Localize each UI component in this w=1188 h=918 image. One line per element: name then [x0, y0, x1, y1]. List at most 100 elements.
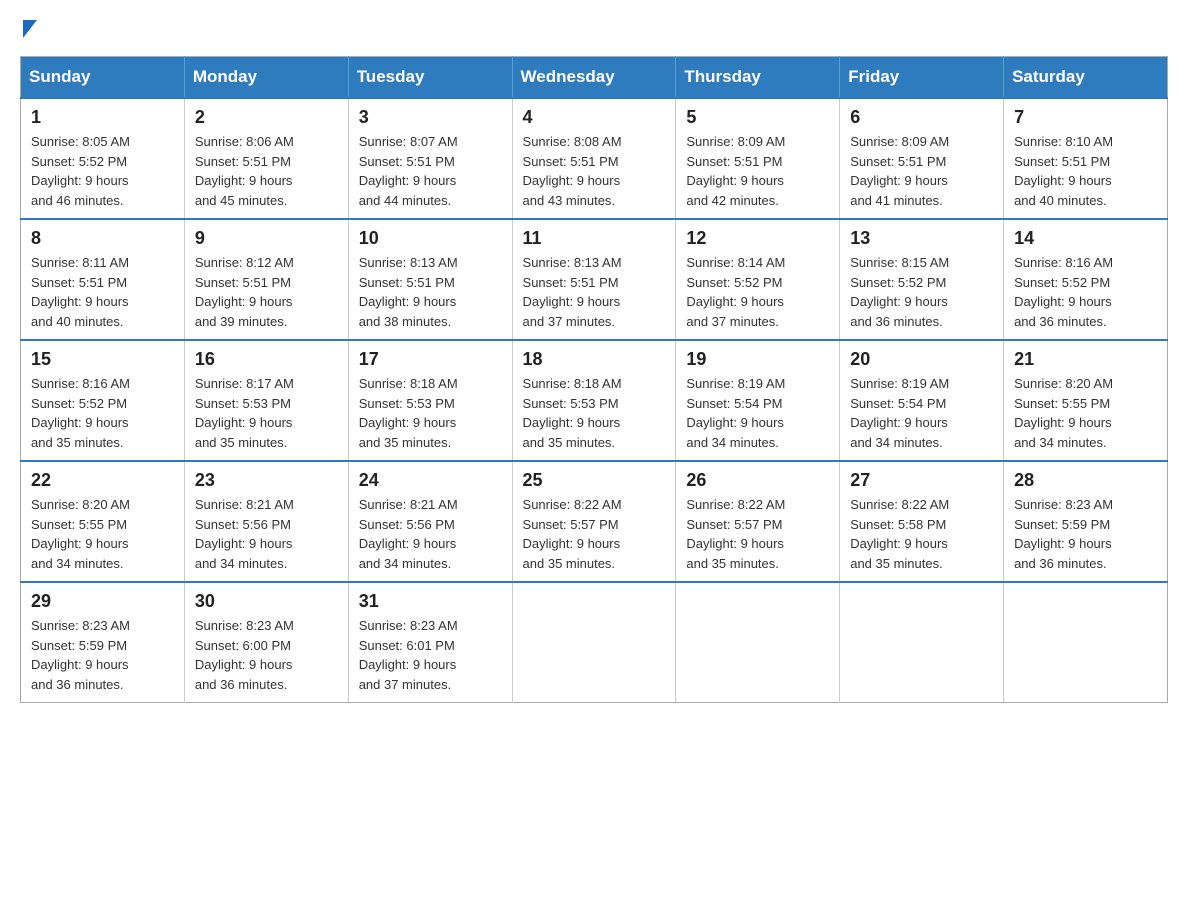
col-saturday: Saturday	[1004, 57, 1168, 99]
calendar-table: Sunday Monday Tuesday Wednesday Thursday…	[20, 56, 1168, 703]
calendar-cell: 28 Sunrise: 8:23 AMSunset: 5:59 PMDaylig…	[1004, 461, 1168, 582]
col-wednesday: Wednesday	[512, 57, 676, 99]
day-info: Sunrise: 8:13 AMSunset: 5:51 PMDaylight:…	[359, 253, 502, 331]
day-number: 8	[31, 228, 174, 249]
col-tuesday: Tuesday	[348, 57, 512, 99]
calendar-cell: 3 Sunrise: 8:07 AMSunset: 5:51 PMDayligh…	[348, 98, 512, 219]
calendar-cell: 7 Sunrise: 8:10 AMSunset: 5:51 PMDayligh…	[1004, 98, 1168, 219]
calendar-cell: 27 Sunrise: 8:22 AMSunset: 5:58 PMDaylig…	[840, 461, 1004, 582]
calendar-week-4: 22 Sunrise: 8:20 AMSunset: 5:55 PMDaylig…	[21, 461, 1168, 582]
calendar-body: 1 Sunrise: 8:05 AMSunset: 5:52 PMDayligh…	[21, 98, 1168, 703]
calendar-week-5: 29 Sunrise: 8:23 AMSunset: 5:59 PMDaylig…	[21, 582, 1168, 703]
calendar-cell: 20 Sunrise: 8:19 AMSunset: 5:54 PMDaylig…	[840, 340, 1004, 461]
day-info: Sunrise: 8:16 AMSunset: 5:52 PMDaylight:…	[1014, 253, 1157, 331]
day-info: Sunrise: 8:07 AMSunset: 5:51 PMDaylight:…	[359, 132, 502, 210]
day-number: 17	[359, 349, 502, 370]
day-number: 23	[195, 470, 338, 491]
day-number: 5	[686, 107, 829, 128]
day-info: Sunrise: 8:16 AMSunset: 5:52 PMDaylight:…	[31, 374, 174, 452]
day-info: Sunrise: 8:19 AMSunset: 5:54 PMDaylight:…	[850, 374, 993, 452]
calendar-cell: 6 Sunrise: 8:09 AMSunset: 5:51 PMDayligh…	[840, 98, 1004, 219]
day-info: Sunrise: 8:23 AMSunset: 5:59 PMDaylight:…	[1014, 495, 1157, 573]
day-info: Sunrise: 8:09 AMSunset: 5:51 PMDaylight:…	[850, 132, 993, 210]
day-info: Sunrise: 8:11 AMSunset: 5:51 PMDaylight:…	[31, 253, 174, 331]
col-friday: Friday	[840, 57, 1004, 99]
col-monday: Monday	[184, 57, 348, 99]
calendar-cell: 13 Sunrise: 8:15 AMSunset: 5:52 PMDaylig…	[840, 219, 1004, 340]
day-info: Sunrise: 8:14 AMSunset: 5:52 PMDaylight:…	[686, 253, 829, 331]
day-number: 11	[523, 228, 666, 249]
calendar-cell: 15 Sunrise: 8:16 AMSunset: 5:52 PMDaylig…	[21, 340, 185, 461]
day-number: 9	[195, 228, 338, 249]
day-info: Sunrise: 8:17 AMSunset: 5:53 PMDaylight:…	[195, 374, 338, 452]
calendar-cell: 23 Sunrise: 8:21 AMSunset: 5:56 PMDaylig…	[184, 461, 348, 582]
day-info: Sunrise: 8:22 AMSunset: 5:57 PMDaylight:…	[523, 495, 666, 573]
calendar-week-3: 15 Sunrise: 8:16 AMSunset: 5:52 PMDaylig…	[21, 340, 1168, 461]
calendar-cell: 14 Sunrise: 8:16 AMSunset: 5:52 PMDaylig…	[1004, 219, 1168, 340]
day-info: Sunrise: 8:08 AMSunset: 5:51 PMDaylight:…	[523, 132, 666, 210]
calendar-cell: 30 Sunrise: 8:23 AMSunset: 6:00 PMDaylig…	[184, 582, 348, 703]
calendar-cell: 4 Sunrise: 8:08 AMSunset: 5:51 PMDayligh…	[512, 98, 676, 219]
day-number: 22	[31, 470, 174, 491]
calendar-cell	[840, 582, 1004, 703]
day-info: Sunrise: 8:18 AMSunset: 5:53 PMDaylight:…	[359, 374, 502, 452]
day-number: 16	[195, 349, 338, 370]
day-number: 10	[359, 228, 502, 249]
calendar-cell: 8 Sunrise: 8:11 AMSunset: 5:51 PMDayligh…	[21, 219, 185, 340]
day-info: Sunrise: 8:10 AMSunset: 5:51 PMDaylight:…	[1014, 132, 1157, 210]
day-info: Sunrise: 8:18 AMSunset: 5:53 PMDaylight:…	[523, 374, 666, 452]
day-info: Sunrise: 8:22 AMSunset: 5:58 PMDaylight:…	[850, 495, 993, 573]
logo-general-text	[20, 20, 37, 36]
calendar-week-2: 8 Sunrise: 8:11 AMSunset: 5:51 PMDayligh…	[21, 219, 1168, 340]
day-info: Sunrise: 8:05 AMSunset: 5:52 PMDaylight:…	[31, 132, 174, 210]
day-number: 3	[359, 107, 502, 128]
day-number: 13	[850, 228, 993, 249]
calendar-cell: 19 Sunrise: 8:19 AMSunset: 5:54 PMDaylig…	[676, 340, 840, 461]
calendar-cell: 18 Sunrise: 8:18 AMSunset: 5:53 PMDaylig…	[512, 340, 676, 461]
calendar-cell: 10 Sunrise: 8:13 AMSunset: 5:51 PMDaylig…	[348, 219, 512, 340]
day-info: Sunrise: 8:06 AMSunset: 5:51 PMDaylight:…	[195, 132, 338, 210]
day-number: 4	[523, 107, 666, 128]
day-number: 26	[686, 470, 829, 491]
day-info: Sunrise: 8:09 AMSunset: 5:51 PMDaylight:…	[686, 132, 829, 210]
logo-triangle-icon	[23, 20, 37, 38]
day-info: Sunrise: 8:23 AMSunset: 6:01 PMDaylight:…	[359, 616, 502, 694]
calendar-cell: 12 Sunrise: 8:14 AMSunset: 5:52 PMDaylig…	[676, 219, 840, 340]
calendar-header: Sunday Monday Tuesday Wednesday Thursday…	[21, 57, 1168, 99]
day-number: 21	[1014, 349, 1157, 370]
calendar-cell	[512, 582, 676, 703]
day-number: 18	[523, 349, 666, 370]
calendar-cell: 5 Sunrise: 8:09 AMSunset: 5:51 PMDayligh…	[676, 98, 840, 219]
calendar-cell: 9 Sunrise: 8:12 AMSunset: 5:51 PMDayligh…	[184, 219, 348, 340]
header-row: Sunday Monday Tuesday Wednesday Thursday…	[21, 57, 1168, 99]
calendar-cell: 11 Sunrise: 8:13 AMSunset: 5:51 PMDaylig…	[512, 219, 676, 340]
day-info: Sunrise: 8:22 AMSunset: 5:57 PMDaylight:…	[686, 495, 829, 573]
day-info: Sunrise: 8:19 AMSunset: 5:54 PMDaylight:…	[686, 374, 829, 452]
day-info: Sunrise: 8:20 AMSunset: 5:55 PMDaylight:…	[1014, 374, 1157, 452]
day-number: 12	[686, 228, 829, 249]
day-info: Sunrise: 8:20 AMSunset: 5:55 PMDaylight:…	[31, 495, 174, 573]
calendar-cell: 21 Sunrise: 8:20 AMSunset: 5:55 PMDaylig…	[1004, 340, 1168, 461]
col-thursday: Thursday	[676, 57, 840, 99]
calendar-cell: 31 Sunrise: 8:23 AMSunset: 6:01 PMDaylig…	[348, 582, 512, 703]
day-info: Sunrise: 8:21 AMSunset: 5:56 PMDaylight:…	[359, 495, 502, 573]
calendar-cell: 26 Sunrise: 8:22 AMSunset: 5:57 PMDaylig…	[676, 461, 840, 582]
day-number: 1	[31, 107, 174, 128]
calendar-cell: 29 Sunrise: 8:23 AMSunset: 5:59 PMDaylig…	[21, 582, 185, 703]
day-info: Sunrise: 8:15 AMSunset: 5:52 PMDaylight:…	[850, 253, 993, 331]
calendar-cell: 16 Sunrise: 8:17 AMSunset: 5:53 PMDaylig…	[184, 340, 348, 461]
calendar-cell: 2 Sunrise: 8:06 AMSunset: 5:51 PMDayligh…	[184, 98, 348, 219]
day-number: 29	[31, 591, 174, 612]
day-info: Sunrise: 8:23 AMSunset: 6:00 PMDaylight:…	[195, 616, 338, 694]
day-number: 14	[1014, 228, 1157, 249]
calendar-cell	[676, 582, 840, 703]
day-number: 24	[359, 470, 502, 491]
day-number: 19	[686, 349, 829, 370]
day-number: 20	[850, 349, 993, 370]
day-info: Sunrise: 8:21 AMSunset: 5:56 PMDaylight:…	[195, 495, 338, 573]
calendar-cell	[1004, 582, 1168, 703]
day-number: 25	[523, 470, 666, 491]
calendar-cell: 22 Sunrise: 8:20 AMSunset: 5:55 PMDaylig…	[21, 461, 185, 582]
day-info: Sunrise: 8:13 AMSunset: 5:51 PMDaylight:…	[523, 253, 666, 331]
calendar-cell: 17 Sunrise: 8:18 AMSunset: 5:53 PMDaylig…	[348, 340, 512, 461]
